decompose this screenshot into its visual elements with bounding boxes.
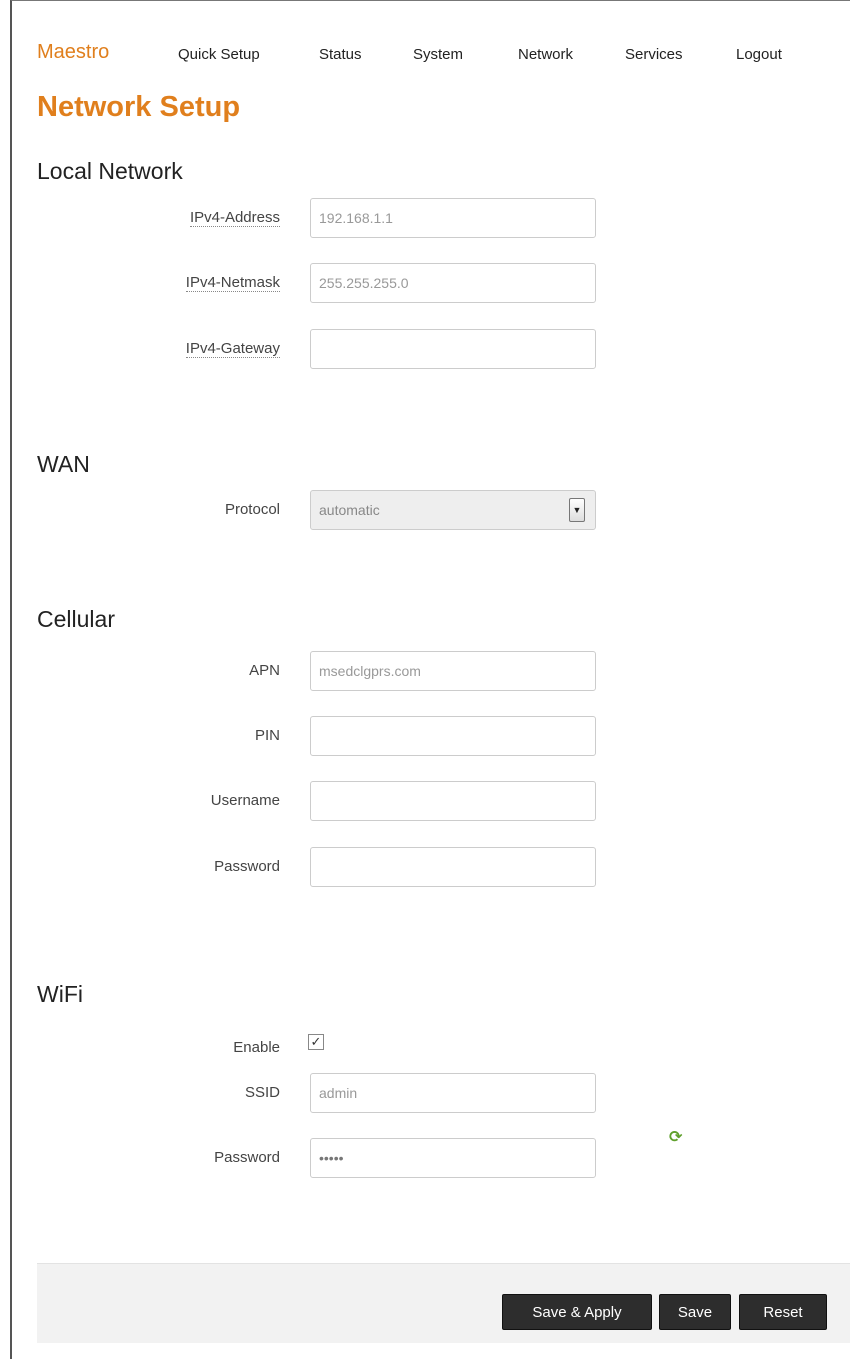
nav-services[interactable]: Services [625, 46, 683, 63]
pin-input[interactable] [310, 716, 596, 756]
save-apply-button[interactable]: Save & Apply [502, 1294, 652, 1330]
ssid-input[interactable] [310, 1073, 596, 1113]
ipv4-address-label: IPv4-Address [40, 209, 280, 227]
ipv4-gateway-input[interactable] [310, 329, 596, 369]
refresh-icon[interactable]: ⟳ [669, 1130, 685, 1146]
ipv4-netmask-input[interactable] [310, 263, 596, 303]
username-label: Username [210, 792, 280, 809]
section-title-local-network: Local Network [37, 158, 183, 184]
ssid-label: SSID [244, 1084, 280, 1101]
top-nav: Maestro Quick Setup Status System Networ… [12, 41, 850, 71]
check-icon: ✓ [310, 1034, 322, 1049]
protocol-label: Protocol [224, 501, 280, 518]
save-button[interactable]: Save [659, 1294, 731, 1330]
action-bar: Save & Apply Save Reset [37, 1263, 850, 1343]
wifi-enable-checkbox[interactable]: ✓ [308, 1034, 324, 1050]
ipv4-netmask-label: IPv4-Netmask [40, 274, 280, 292]
section-title-wan: WAN [37, 451, 90, 477]
nav-status[interactable]: Status [319, 46, 362, 63]
ipv4-address-label-text: IPv4-Address [189, 209, 280, 227]
apn-label: APN [249, 662, 280, 679]
ipv4-address-input[interactable] [310, 198, 596, 238]
nav-system[interactable]: System [413, 46, 463, 63]
section-title-cellular: Cellular [37, 606, 115, 632]
ipv4-netmask-label-text: IPv4-Netmask [185, 274, 280, 292]
protocol-select[interactable]: automatic ▼ [310, 490, 596, 530]
reset-button[interactable]: Reset [739, 1294, 827, 1330]
nav-quick-setup[interactable]: Quick Setup [178, 46, 260, 63]
username-input[interactable] [310, 781, 596, 821]
cellular-password-label: Password [214, 858, 280, 875]
nav-logout[interactable]: Logout [736, 46, 782, 63]
page-frame: Maestro Quick Setup Status System Networ… [10, 0, 850, 1359]
apn-input[interactable] [310, 651, 596, 691]
wifi-enable-label: Enable [233, 1039, 280, 1056]
page-title: Network Setup [37, 91, 241, 123]
chevron-down-icon[interactable]: ▼ [569, 498, 585, 522]
section-title-wifi: WiFi [37, 981, 83, 1007]
protocol-selected-value: automatic [319, 502, 380, 518]
ipv4-gateway-label: IPv4-Gateway [40, 340, 280, 358]
pin-label: PIN [254, 727, 280, 744]
ipv4-gateway-label-text: IPv4-Gateway [185, 340, 280, 358]
nav-network[interactable]: Network [518, 46, 573, 63]
cellular-password-input[interactable] [310, 847, 596, 887]
wifi-password-input[interactable] [310, 1138, 596, 1178]
wifi-password-label: Password [214, 1149, 280, 1166]
brand-link[interactable]: Maestro [37, 41, 109, 64]
